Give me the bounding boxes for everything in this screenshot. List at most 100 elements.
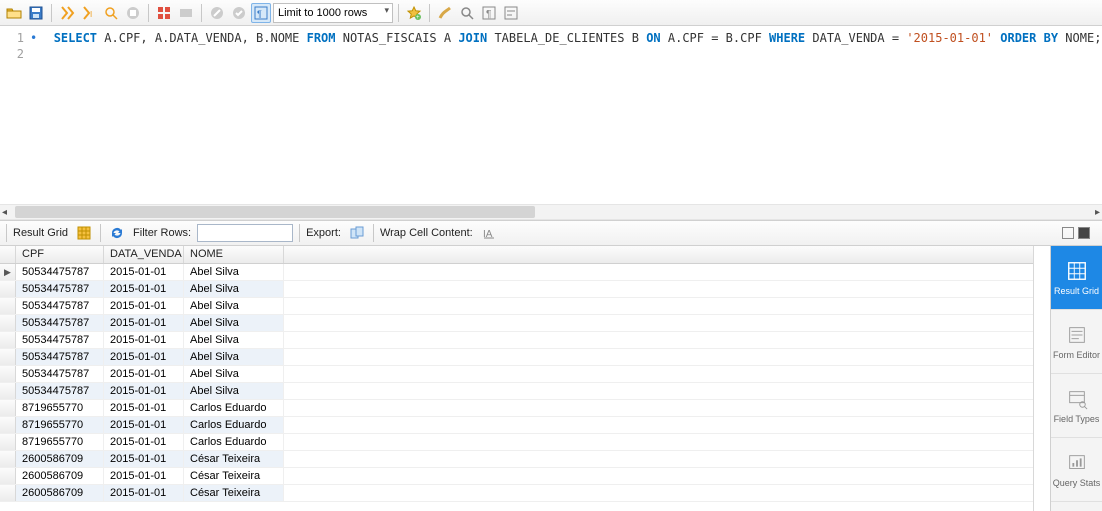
row-header[interactable] (0, 298, 16, 314)
cell-data-venda[interactable]: 2015-01-01 (104, 485, 184, 501)
cell-data-venda[interactable]: 2015-01-01 (104, 298, 184, 314)
side-tab-field-types[interactable]: Field Types (1051, 374, 1102, 438)
row-header[interactable] (0, 468, 16, 484)
side-tab-query-stats[interactable]: Query Stats (1051, 438, 1102, 502)
scroll-right-icon[interactable]: ▸ (1095, 207, 1100, 218)
row-header[interactable] (0, 281, 16, 297)
vertical-scrollbar[interactable] (1034, 246, 1050, 511)
cell-data-venda[interactable]: 2015-01-01 (104, 417, 184, 433)
table-row[interactable]: 87196557702015-01-01Carlos Eduardo (0, 417, 1033, 434)
cell-nome[interactable]: Abel Silva (184, 349, 284, 365)
table-row[interactable]: 505344757872015-01-01Abel Silva (0, 281, 1033, 298)
limit-ok-icon[interactable] (229, 3, 249, 23)
cell-nome[interactable]: Abel Silva (184, 332, 284, 348)
stop-icon[interactable] (123, 3, 143, 23)
cell-data-venda[interactable]: 2015-01-01 (104, 349, 184, 365)
limit-off-icon[interactable] (207, 3, 227, 23)
column-header-data-venda[interactable]: DATA_VENDA (104, 246, 184, 263)
cell-nome[interactable]: César Teixeira (184, 485, 284, 501)
cell-data-venda[interactable]: 2015-01-01 (104, 400, 184, 416)
cell-nome[interactable]: Abel Silva (184, 281, 284, 297)
cell-cpf[interactable]: 50534475787 (16, 349, 104, 365)
panel-dock-icon[interactable] (1062, 227, 1074, 239)
row-header[interactable] (0, 349, 16, 365)
toggle-invisible-icon[interactable]: ¶ (479, 3, 499, 23)
cell-nome[interactable]: Carlos Eduardo (184, 400, 284, 416)
table-row[interactable]: 505344757872015-01-01Abel Silva (0, 349, 1033, 366)
table-row[interactable]: 26005867092015-01-01César Teixeira (0, 485, 1033, 502)
export-icon[interactable] (347, 223, 367, 243)
cell-cpf[interactable]: 2600586709 (16, 451, 104, 467)
row-header[interactable] (0, 451, 16, 467)
sql-code-line[interactable]: SELECT A.CPF, A.DATA_VENDA, B.NOME FROM … (32, 30, 1101, 46)
row-header[interactable] (0, 485, 16, 501)
row-header[interactable] (0, 417, 16, 433)
cell-data-venda[interactable]: 2015-01-01 (104, 281, 184, 297)
refresh-icon[interactable] (107, 223, 127, 243)
panel-maximize-icon[interactable] (1078, 227, 1090, 239)
beautify-icon[interactable] (435, 3, 455, 23)
cell-data-venda[interactable]: 2015-01-01 (104, 264, 184, 280)
table-row[interactable]: 87196557702015-01-01Carlos Eduardo (0, 434, 1033, 451)
cell-nome[interactable]: Carlos Eduardo (184, 434, 284, 450)
cell-cpf[interactable]: 8719655770 (16, 417, 104, 433)
side-tab-result-grid[interactable]: Result Grid (1051, 246, 1102, 310)
grid-body[interactable]: ▶505344757872015-01-01Abel Silva50534475… (0, 264, 1033, 511)
cell-data-venda[interactable]: 2015-01-01 (104, 366, 184, 382)
filter-rows-input[interactable] (197, 224, 293, 242)
row-header[interactable] (0, 383, 16, 399)
cell-data-venda[interactable]: 2015-01-01 (104, 468, 184, 484)
cell-nome[interactable]: César Teixeira (184, 451, 284, 467)
row-header[interactable] (0, 315, 16, 331)
commit-icon[interactable] (176, 3, 196, 23)
column-header-nome[interactable]: NOME (184, 246, 284, 263)
row-header[interactable] (0, 400, 16, 416)
row-header[interactable]: ▶ (0, 264, 16, 280)
sql-editor[interactable]: 1 SELECT A.CPF, A.DATA_VENDA, B.NOME FRO… (0, 26, 1102, 204)
table-row[interactable]: 26005867092015-01-01César Teixeira (0, 468, 1033, 485)
toggle-autocommit-icon[interactable] (154, 3, 174, 23)
cell-data-venda[interactable]: 2015-01-01 (104, 451, 184, 467)
execute-icon[interactable] (57, 3, 77, 23)
cell-cpf[interactable]: 50534475787 (16, 366, 104, 382)
row-header[interactable] (0, 434, 16, 450)
table-row[interactable]: 87196557702015-01-01Carlos Eduardo (0, 400, 1033, 417)
table-row[interactable]: 26005867092015-01-01César Teixeira (0, 451, 1033, 468)
cell-data-venda[interactable]: 2015-01-01 (104, 315, 184, 331)
cell-data-venda[interactable]: 2015-01-01 (104, 383, 184, 399)
execute-current-icon[interactable]: I (79, 3, 99, 23)
cell-cpf[interactable]: 50534475787 (16, 315, 104, 331)
result-grid-icon[interactable] (74, 223, 94, 243)
cell-nome[interactable]: Abel Silva (184, 366, 284, 382)
cell-cpf[interactable]: 2600586709 (16, 485, 104, 501)
cell-cpf[interactable]: 8719655770 (16, 400, 104, 416)
cell-nome[interactable]: Abel Silva (184, 264, 284, 280)
column-header-cpf[interactable]: CPF (16, 246, 104, 263)
cell-cpf[interactable]: 2600586709 (16, 468, 104, 484)
table-row[interactable]: 505344757872015-01-01Abel Silva (0, 366, 1033, 383)
cell-nome[interactable]: Abel Silva (184, 315, 284, 331)
side-tab-form-editor[interactable]: Form Editor (1051, 310, 1102, 374)
cell-nome[interactable]: Abel Silva (184, 383, 284, 399)
cell-cpf[interactable]: 50534475787 (16, 332, 104, 348)
cell-cpf[interactable]: 50534475787 (16, 281, 104, 297)
scroll-left-icon[interactable]: ◂ (2, 207, 7, 218)
cell-cpf[interactable]: 50534475787 (16, 264, 104, 280)
cell-nome[interactable]: Carlos Eduardo (184, 417, 284, 433)
table-row[interactable]: 505344757872015-01-01Abel Silva (0, 298, 1033, 315)
editor-horizontal-scrollbar[interactable]: ◂ ▸ (0, 204, 1102, 220)
open-file-icon[interactable] (4, 3, 24, 23)
cell-nome[interactable]: Abel Silva (184, 298, 284, 314)
row-header[interactable] (0, 366, 16, 382)
cell-cpf[interactable]: 50534475787 (16, 383, 104, 399)
save-file-icon[interactable] (26, 3, 46, 23)
toggle-whitespace-icon[interactable]: ¶ (251, 3, 271, 23)
cell-cpf[interactable]: 50534475787 (16, 298, 104, 314)
favorite-icon[interactable]: + (404, 3, 424, 23)
wrap-cell-icon[interactable]: IA (479, 223, 499, 243)
toggle-wrap-icon[interactable] (501, 3, 521, 23)
table-row[interactable]: 505344757872015-01-01Abel Silva (0, 315, 1033, 332)
explain-icon[interactable] (101, 3, 121, 23)
find-icon[interactable] (457, 3, 477, 23)
cell-cpf[interactable]: 8719655770 (16, 434, 104, 450)
